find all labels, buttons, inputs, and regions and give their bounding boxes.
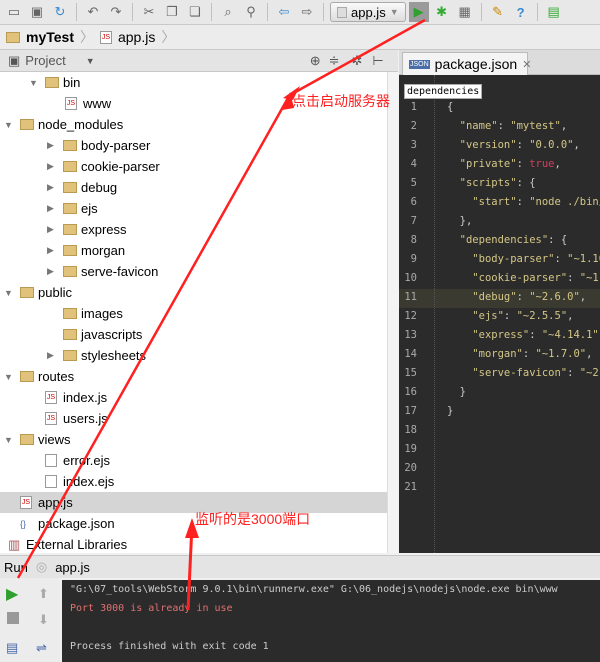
arrow-from-rerun (16, 97, 290, 579)
arrow-to-run-button (289, 18, 426, 97)
annotation-start-server: 点击启动服务器 (292, 93, 390, 109)
annotation-port: 监听的是3000端口 (195, 511, 311, 527)
